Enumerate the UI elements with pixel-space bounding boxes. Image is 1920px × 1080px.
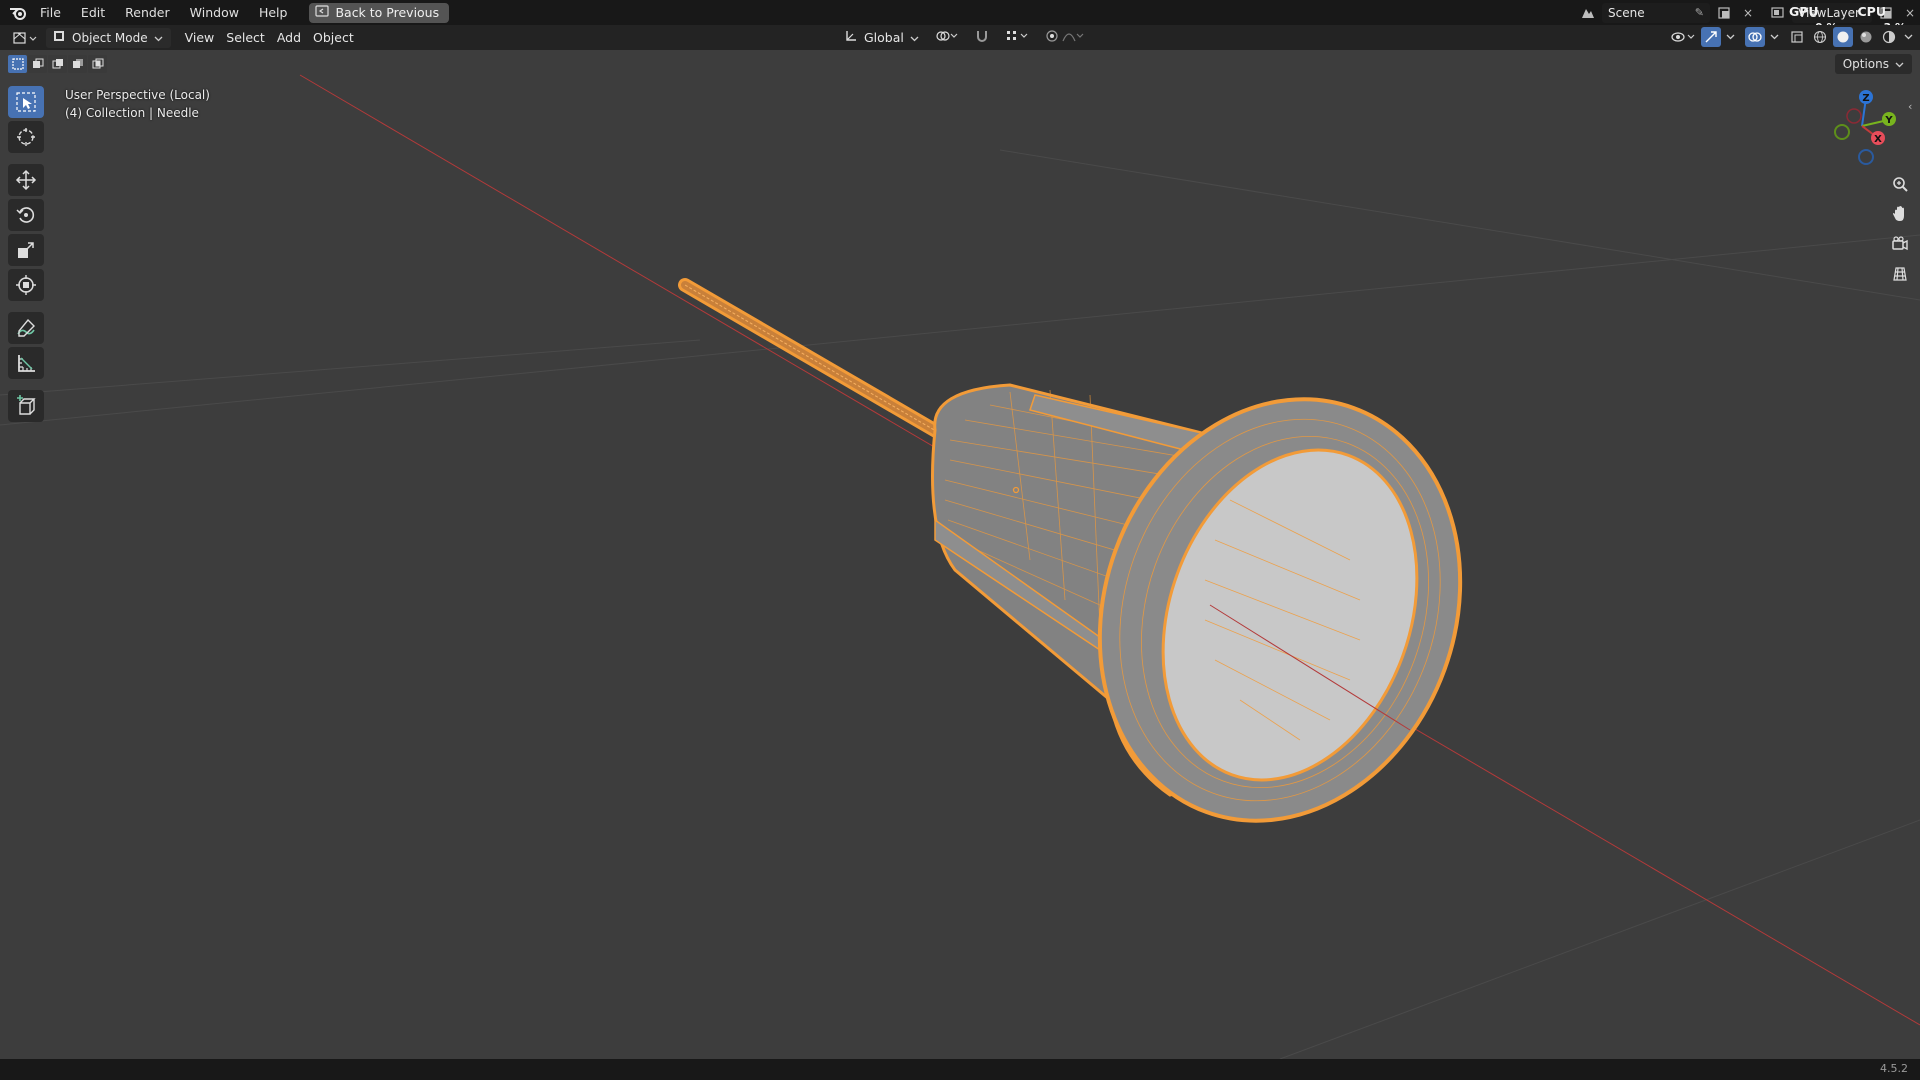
cpu-label: CPU — [1857, 4, 1886, 19]
menu-render[interactable]: Render — [115, 0, 180, 25]
needle-mesh[interactable] — [678, 278, 1518, 872]
snap-target-dropdown[interactable] — [999, 27, 1035, 47]
viewport-info: User Perspective (Local) (4) Collection … — [65, 86, 210, 122]
transform-orientation-label: Global — [864, 29, 904, 45]
solid-shading-button[interactable] — [1833, 27, 1853, 47]
scene-selector: Scene ✎ × — [1578, 2, 1768, 23]
scale-tool[interactable] — [8, 234, 44, 266]
scene-icon[interactable] — [1578, 3, 1598, 23]
object-mode-dropdown[interactable]: Object Mode — [46, 27, 171, 48]
material-shading-button[interactable] — [1856, 27, 1876, 47]
navigation-gizmo[interactable]: Z Y X — [1820, 86, 1900, 166]
gizmo-toggle[interactable] — [1701, 27, 1721, 47]
scene-name-field[interactable]: Scene ✎ — [1602, 2, 1710, 23]
toolbar-separator — [8, 156, 48, 164]
snap-grid-icon — [1005, 29, 1029, 46]
menu-add[interactable]: Add — [271, 28, 307, 48]
move-tool[interactable] — [8, 164, 44, 196]
transform-tool[interactable] — [8, 269, 44, 301]
wireframe-shading-button[interactable] — [1810, 27, 1830, 47]
sidebar-toggle-icon[interactable]: ‹ — [1908, 100, 1918, 116]
scene-name: Scene — [1608, 5, 1645, 20]
back-to-previous-button[interactable]: Back to Previous — [309, 2, 450, 23]
status-bar: 4.5.2 — [0, 1059, 1920, 1080]
viewport-shading-controls — [1668, 27, 1914, 47]
rotate-tool[interactable] — [8, 199, 44, 231]
select-box-tool[interactable] — [8, 86, 44, 118]
neg-x-axis-handle[interactable] — [1846, 108, 1862, 124]
gpu-label: GPU — [1788, 4, 1819, 19]
overlays-toggle[interactable] — [1745, 27, 1765, 47]
menu-select[interactable]: Select — [220, 28, 271, 48]
menu-window[interactable]: Window — [180, 0, 249, 25]
visibility-dropdown[interactable] — [1668, 27, 1698, 47]
chevron-down-icon — [910, 30, 919, 45]
menu-edit[interactable]: Edit — [71, 0, 115, 25]
pin-icon[interactable]: ✎ — [1695, 6, 1704, 19]
snap-toggle[interactable] — [969, 27, 995, 47]
magnet-icon — [975, 29, 989, 46]
menu-file[interactable]: File — [30, 0, 71, 25]
transform-controls: Global — [838, 27, 1091, 47]
neg-y-axis-handle[interactable] — [1834, 124, 1850, 140]
z-axis-label: Z — [1862, 93, 1869, 104]
add-cube-tool[interactable] — [8, 390, 44, 422]
editor-type-button[interactable] — [6, 28, 44, 48]
tool-shelf — [8, 86, 48, 425]
annotate-tool[interactable] — [8, 312, 44, 344]
rendered-shading-button[interactable] — [1879, 27, 1899, 47]
object-mode-icon — [52, 29, 66, 46]
proportional-editing-toggle[interactable] — [1039, 27, 1091, 47]
shading-dropdown[interactable] — [1902, 27, 1914, 47]
zoom-icon[interactable] — [1888, 172, 1912, 196]
xray-toggle[interactable] — [1787, 27, 1807, 47]
measure-tool[interactable] — [8, 347, 44, 379]
pivot-icon — [935, 29, 959, 46]
y-axis-label: Y — [1884, 115, 1893, 126]
perspective-toggle-icon[interactable] — [1888, 262, 1912, 286]
screen-back-icon — [315, 5, 330, 20]
chevron-down-icon — [154, 31, 163, 45]
toolbar-separator — [8, 382, 48, 390]
pan-hand-icon[interactable] — [1888, 202, 1912, 226]
menu-object[interactable]: Object — [307, 28, 360, 48]
blender-logo-icon[interactable] — [6, 1, 30, 25]
x-axis-label: X — [1874, 134, 1882, 145]
menu-help[interactable]: Help — [249, 0, 298, 25]
collection-label: (4) Collection | Needle — [65, 106, 199, 120]
viewport-header: Object Mode View Select Add Object Globa… — [0, 25, 1920, 50]
neg-z-axis-handle[interactable] — [1858, 149, 1874, 165]
pivot-point-dropdown[interactable] — [929, 27, 965, 47]
viewport-3d[interactable] — [0, 50, 1920, 1059]
menu-view[interactable]: View — [179, 28, 221, 48]
toolbar-separator — [8, 304, 48, 312]
proportional-icon — [1045, 29, 1085, 46]
delete-scene-icon[interactable]: × — [1738, 3, 1758, 23]
viewport-navigation — [1888, 172, 1912, 292]
transform-orientation-dropdown[interactable]: Global — [838, 27, 925, 47]
overlays-dropdown[interactable] — [1768, 27, 1780, 47]
orientation-icon — [844, 29, 858, 46]
floor-grid — [0, 149, 1920, 1059]
top-menu-bar: File Edit Render Window Help Back to Pre… — [0, 0, 1920, 34]
object-mode-label: Object Mode — [72, 30, 148, 45]
camera-view-icon[interactable] — [1888, 232, 1912, 256]
cursor-tool[interactable] — [8, 121, 44, 153]
view-layer-icon[interactable] — [1768, 3, 1788, 23]
version-label: 4.5.2 — [1880, 1062, 1908, 1075]
gizmo-dropdown[interactable] — [1724, 27, 1736, 47]
new-scene-icon[interactable] — [1714, 3, 1734, 23]
back-to-previous-label: Back to Previous — [335, 5, 440, 20]
perspective-label: User Perspective (Local) — [65, 88, 210, 102]
